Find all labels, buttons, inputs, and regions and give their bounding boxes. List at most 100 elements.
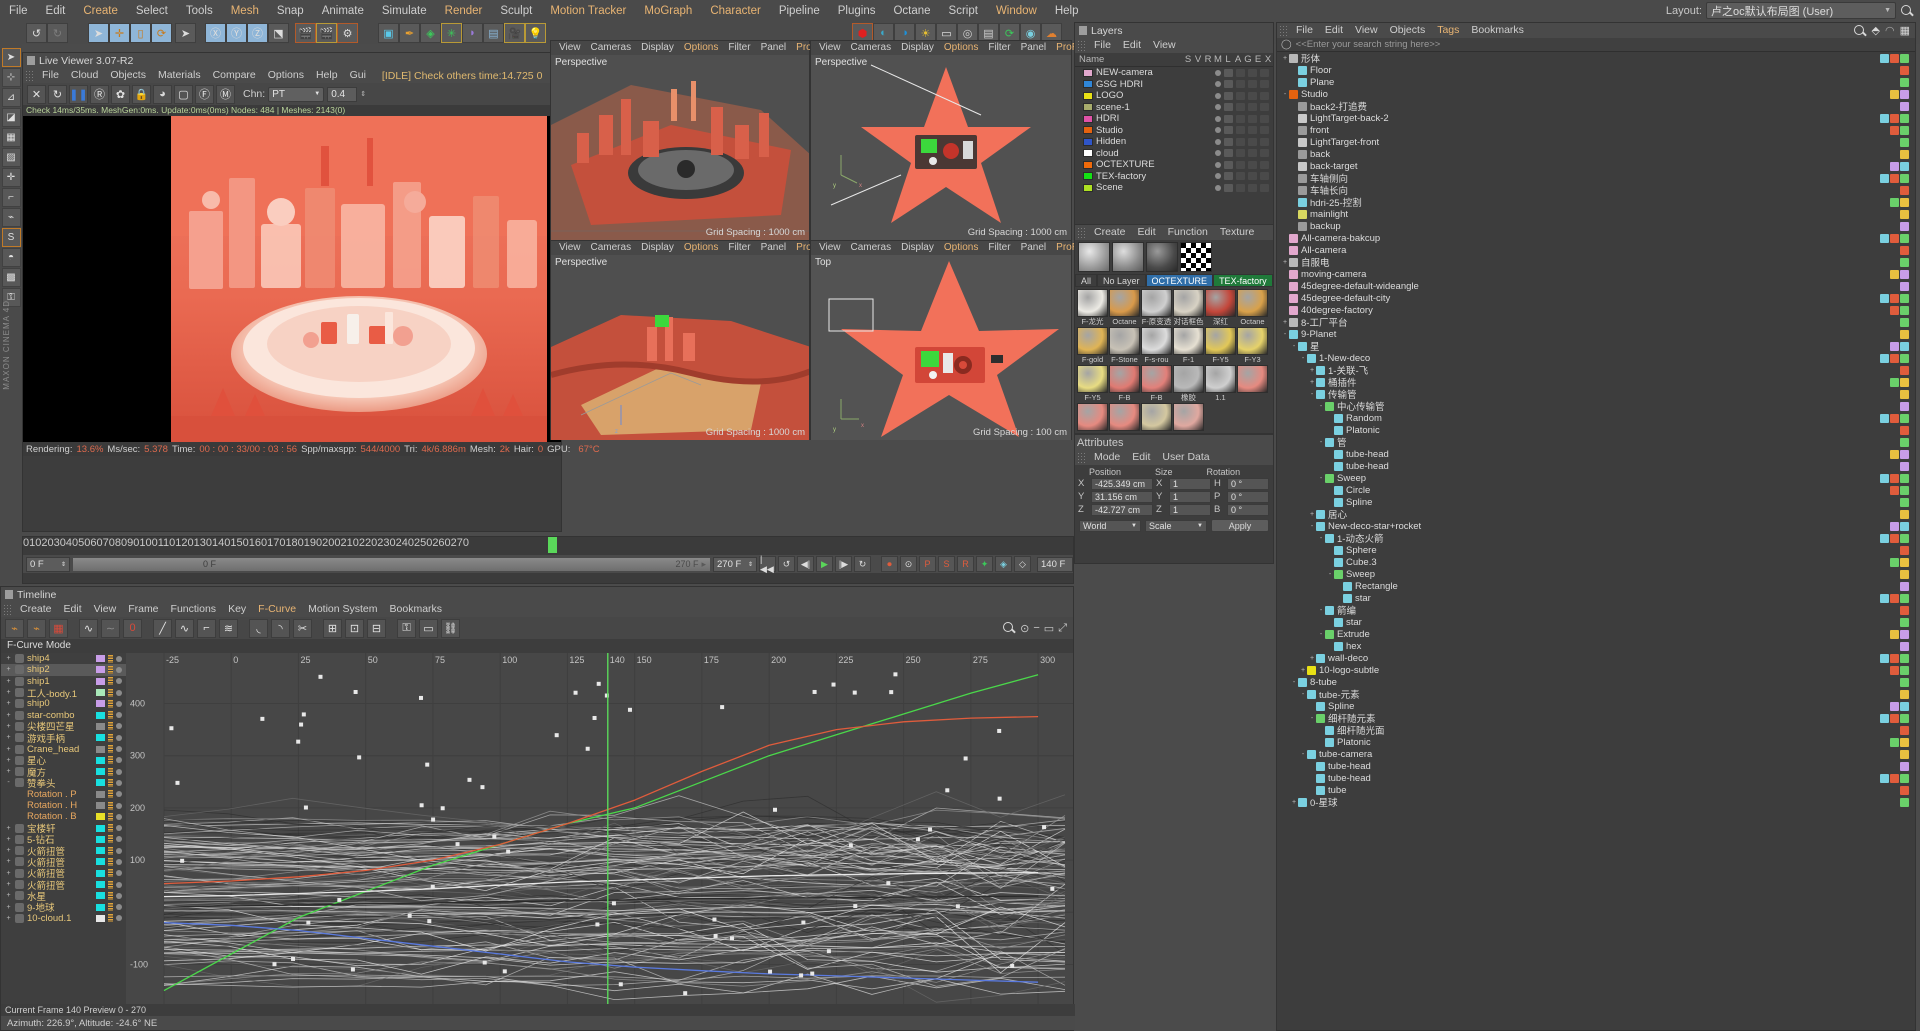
layer-view-toggle[interactable] bbox=[1224, 126, 1233, 134]
object-row[interactable]: +wall-deco bbox=[1277, 652, 1915, 664]
object-row[interactable]: All-camera-bakcup bbox=[1277, 232, 1915, 244]
object-tag[interactable] bbox=[1900, 354, 1909, 363]
material-tab-all[interactable]: All bbox=[1075, 274, 1097, 287]
object-tag[interactable] bbox=[1890, 294, 1899, 303]
rail-select-icon[interactable]: ➤ bbox=[2, 48, 21, 67]
object-tag[interactable] bbox=[1900, 210, 1909, 219]
object-tag[interactable] bbox=[1890, 90, 1899, 99]
layer-view-toggle[interactable] bbox=[1224, 80, 1233, 88]
panel-grip[interactable] bbox=[1279, 25, 1287, 36]
viewport-2-menu-options[interactable]: Options bbox=[939, 41, 983, 55]
timeline-menu-functions[interactable]: Functions bbox=[165, 602, 223, 617]
menu-item-pipeline[interactable]: Pipeline bbox=[770, 0, 829, 22]
material-swatch[interactable] bbox=[1237, 365, 1268, 402]
search-icon[interactable] bbox=[1002, 621, 1016, 635]
menu-item-plugins[interactable]: Plugins bbox=[829, 0, 885, 22]
timeline-menu-key[interactable]: Key bbox=[222, 602, 252, 617]
panel-grip[interactable] bbox=[1077, 227, 1085, 238]
object-tag[interactable] bbox=[1900, 726, 1909, 735]
track-color-swatch[interactable] bbox=[96, 757, 105, 764]
layer-solo-toggle[interactable] bbox=[1215, 93, 1221, 99]
lv-menu-options[interactable]: Options bbox=[262, 68, 310, 83]
timeline-menu-view[interactable]: View bbox=[88, 602, 123, 617]
object-row[interactable]: tube-head bbox=[1277, 460, 1915, 472]
fcurve-zero-icon[interactable]: 0 bbox=[123, 619, 142, 638]
fcurve-track-row[interactable]: +9-地球 bbox=[1, 902, 126, 913]
om-menu-bookmarks[interactable]: Bookmarks bbox=[1465, 23, 1530, 38]
menu-item-render[interactable]: Render bbox=[436, 0, 492, 22]
key-scale-button[interactable]: S bbox=[938, 556, 955, 572]
move-tool-icon[interactable]: ✛ bbox=[109, 23, 130, 43]
layer-manager-toggle[interactable] bbox=[1248, 184, 1257, 192]
lv-picture-icon[interactable]: ▢ bbox=[174, 85, 193, 104]
object-search-bar[interactable]: ◯ <<Enter your search string here>> bbox=[1277, 38, 1915, 52]
spline-tangent-icon[interactable]: ∿ bbox=[175, 619, 194, 638]
search-icon[interactable] bbox=[1853, 24, 1867, 38]
rail-snap-icon[interactable]: ⌁ bbox=[2, 208, 21, 227]
record-button[interactable]: ⏺ bbox=[881, 556, 898, 572]
layer-lock-toggle[interactable] bbox=[1260, 115, 1269, 123]
lv-lock-icon[interactable]: 🔒 bbox=[132, 85, 151, 104]
menu-item-motion-tracker[interactable]: Motion Tracker bbox=[541, 0, 635, 22]
fcurve-track-list[interactable]: +ship4+ship2+ship1+工人-body.1+ship0+star-… bbox=[1, 653, 126, 1011]
camera-icon[interactable]: 🎥 bbox=[504, 23, 525, 43]
object-row[interactable]: -中心传输管 bbox=[1277, 400, 1915, 412]
viewport-3-menu-filter[interactable]: Filter bbox=[723, 241, 755, 255]
layer-solo-toggle[interactable] bbox=[1215, 185, 1221, 191]
object-row[interactable]: LightTarget-front bbox=[1277, 136, 1915, 148]
layer-render-toggle[interactable] bbox=[1236, 69, 1245, 77]
material-ball[interactable] bbox=[1109, 289, 1140, 317]
object-tag[interactable] bbox=[1900, 162, 1909, 171]
step-forward-button[interactable]: |▶ bbox=[835, 556, 852, 572]
track-color-swatch[interactable] bbox=[96, 712, 105, 719]
track-color-swatch[interactable] bbox=[96, 881, 105, 888]
object-tag[interactable] bbox=[1900, 90, 1909, 99]
object-tag[interactable] bbox=[1890, 450, 1899, 459]
track-color-swatch[interactable] bbox=[96, 813, 105, 820]
layer-lock-toggle[interactable] bbox=[1260, 161, 1269, 169]
object-row[interactable]: +10-logo-subtle bbox=[1277, 664, 1915, 676]
track-expand-toggle[interactable]: + bbox=[5, 666, 12, 673]
linear-tangent-icon[interactable]: ╱ bbox=[153, 619, 172, 638]
object-row[interactable]: back-target bbox=[1277, 160, 1915, 172]
rail-model-mode-icon[interactable]: ▦ bbox=[2, 128, 21, 147]
object-row[interactable]: 车轴侧向 bbox=[1277, 172, 1915, 184]
object-tag[interactable] bbox=[1880, 354, 1889, 363]
track-expand-toggle[interactable]: + bbox=[5, 712, 12, 719]
viewport-perspective-2[interactable]: ViewCamerasDisplayOptionsFilterPanelProR… bbox=[810, 40, 1072, 240]
object-tag[interactable] bbox=[1900, 582, 1909, 591]
track-expand-toggle[interactable]: + bbox=[5, 757, 12, 764]
track-expand-toggle[interactable]: + bbox=[5, 678, 12, 685]
layer-color-swatch[interactable] bbox=[1083, 138, 1093, 146]
layers-list[interactable]: NEW-cameraGSG HDRILOGOscene-1HDRIStudioH… bbox=[1075, 67, 1273, 194]
layer-row[interactable]: GSG HDRI bbox=[1075, 79, 1273, 91]
track-expand-toggle[interactable]: + bbox=[5, 836, 12, 843]
layer-manager-toggle[interactable] bbox=[1248, 161, 1257, 169]
preview-range-scrubber[interactable]: 0 F 270 F ▸ bbox=[72, 557, 711, 572]
track-keys-icon[interactable] bbox=[108, 700, 113, 708]
layers-menu-view[interactable]: View bbox=[1147, 38, 1182, 53]
layer-row[interactable]: NEW-camera bbox=[1075, 67, 1273, 79]
menu-item-window[interactable]: Window bbox=[987, 0, 1046, 22]
layer-color-swatch[interactable] bbox=[1083, 161, 1093, 169]
layer-lock-toggle[interactable] bbox=[1260, 69, 1269, 77]
track-expand-toggle[interactable]: + bbox=[5, 892, 12, 899]
menu-item-animate[interactable]: Animate bbox=[313, 0, 373, 22]
object-tag[interactable] bbox=[1880, 534, 1889, 543]
lv-focus-icon[interactable]: Ⓕ bbox=[195, 85, 214, 104]
layer-manager-toggle[interactable] bbox=[1248, 138, 1257, 146]
expand-toggle[interactable]: + bbox=[1308, 655, 1316, 662]
lv-menu-materials[interactable]: Materials bbox=[152, 68, 207, 83]
object-row[interactable]: -Sweep bbox=[1277, 472, 1915, 484]
material-ball[interactable] bbox=[1141, 403, 1172, 431]
track-mute-toggle[interactable] bbox=[116, 735, 122, 741]
material-ball[interactable] bbox=[1173, 403, 1204, 431]
viewport-1-menu-view[interactable]: View bbox=[554, 41, 586, 55]
render-region-icon[interactable]: 🎬 bbox=[316, 23, 337, 43]
object-tag[interactable] bbox=[1880, 714, 1889, 723]
object-tag[interactable] bbox=[1900, 186, 1909, 195]
track-expand-toggle[interactable]: - bbox=[5, 779, 12, 786]
track-color-swatch[interactable] bbox=[96, 689, 105, 696]
step-back-button[interactable]: ◀| bbox=[797, 556, 814, 572]
object-tag[interactable] bbox=[1900, 786, 1909, 795]
